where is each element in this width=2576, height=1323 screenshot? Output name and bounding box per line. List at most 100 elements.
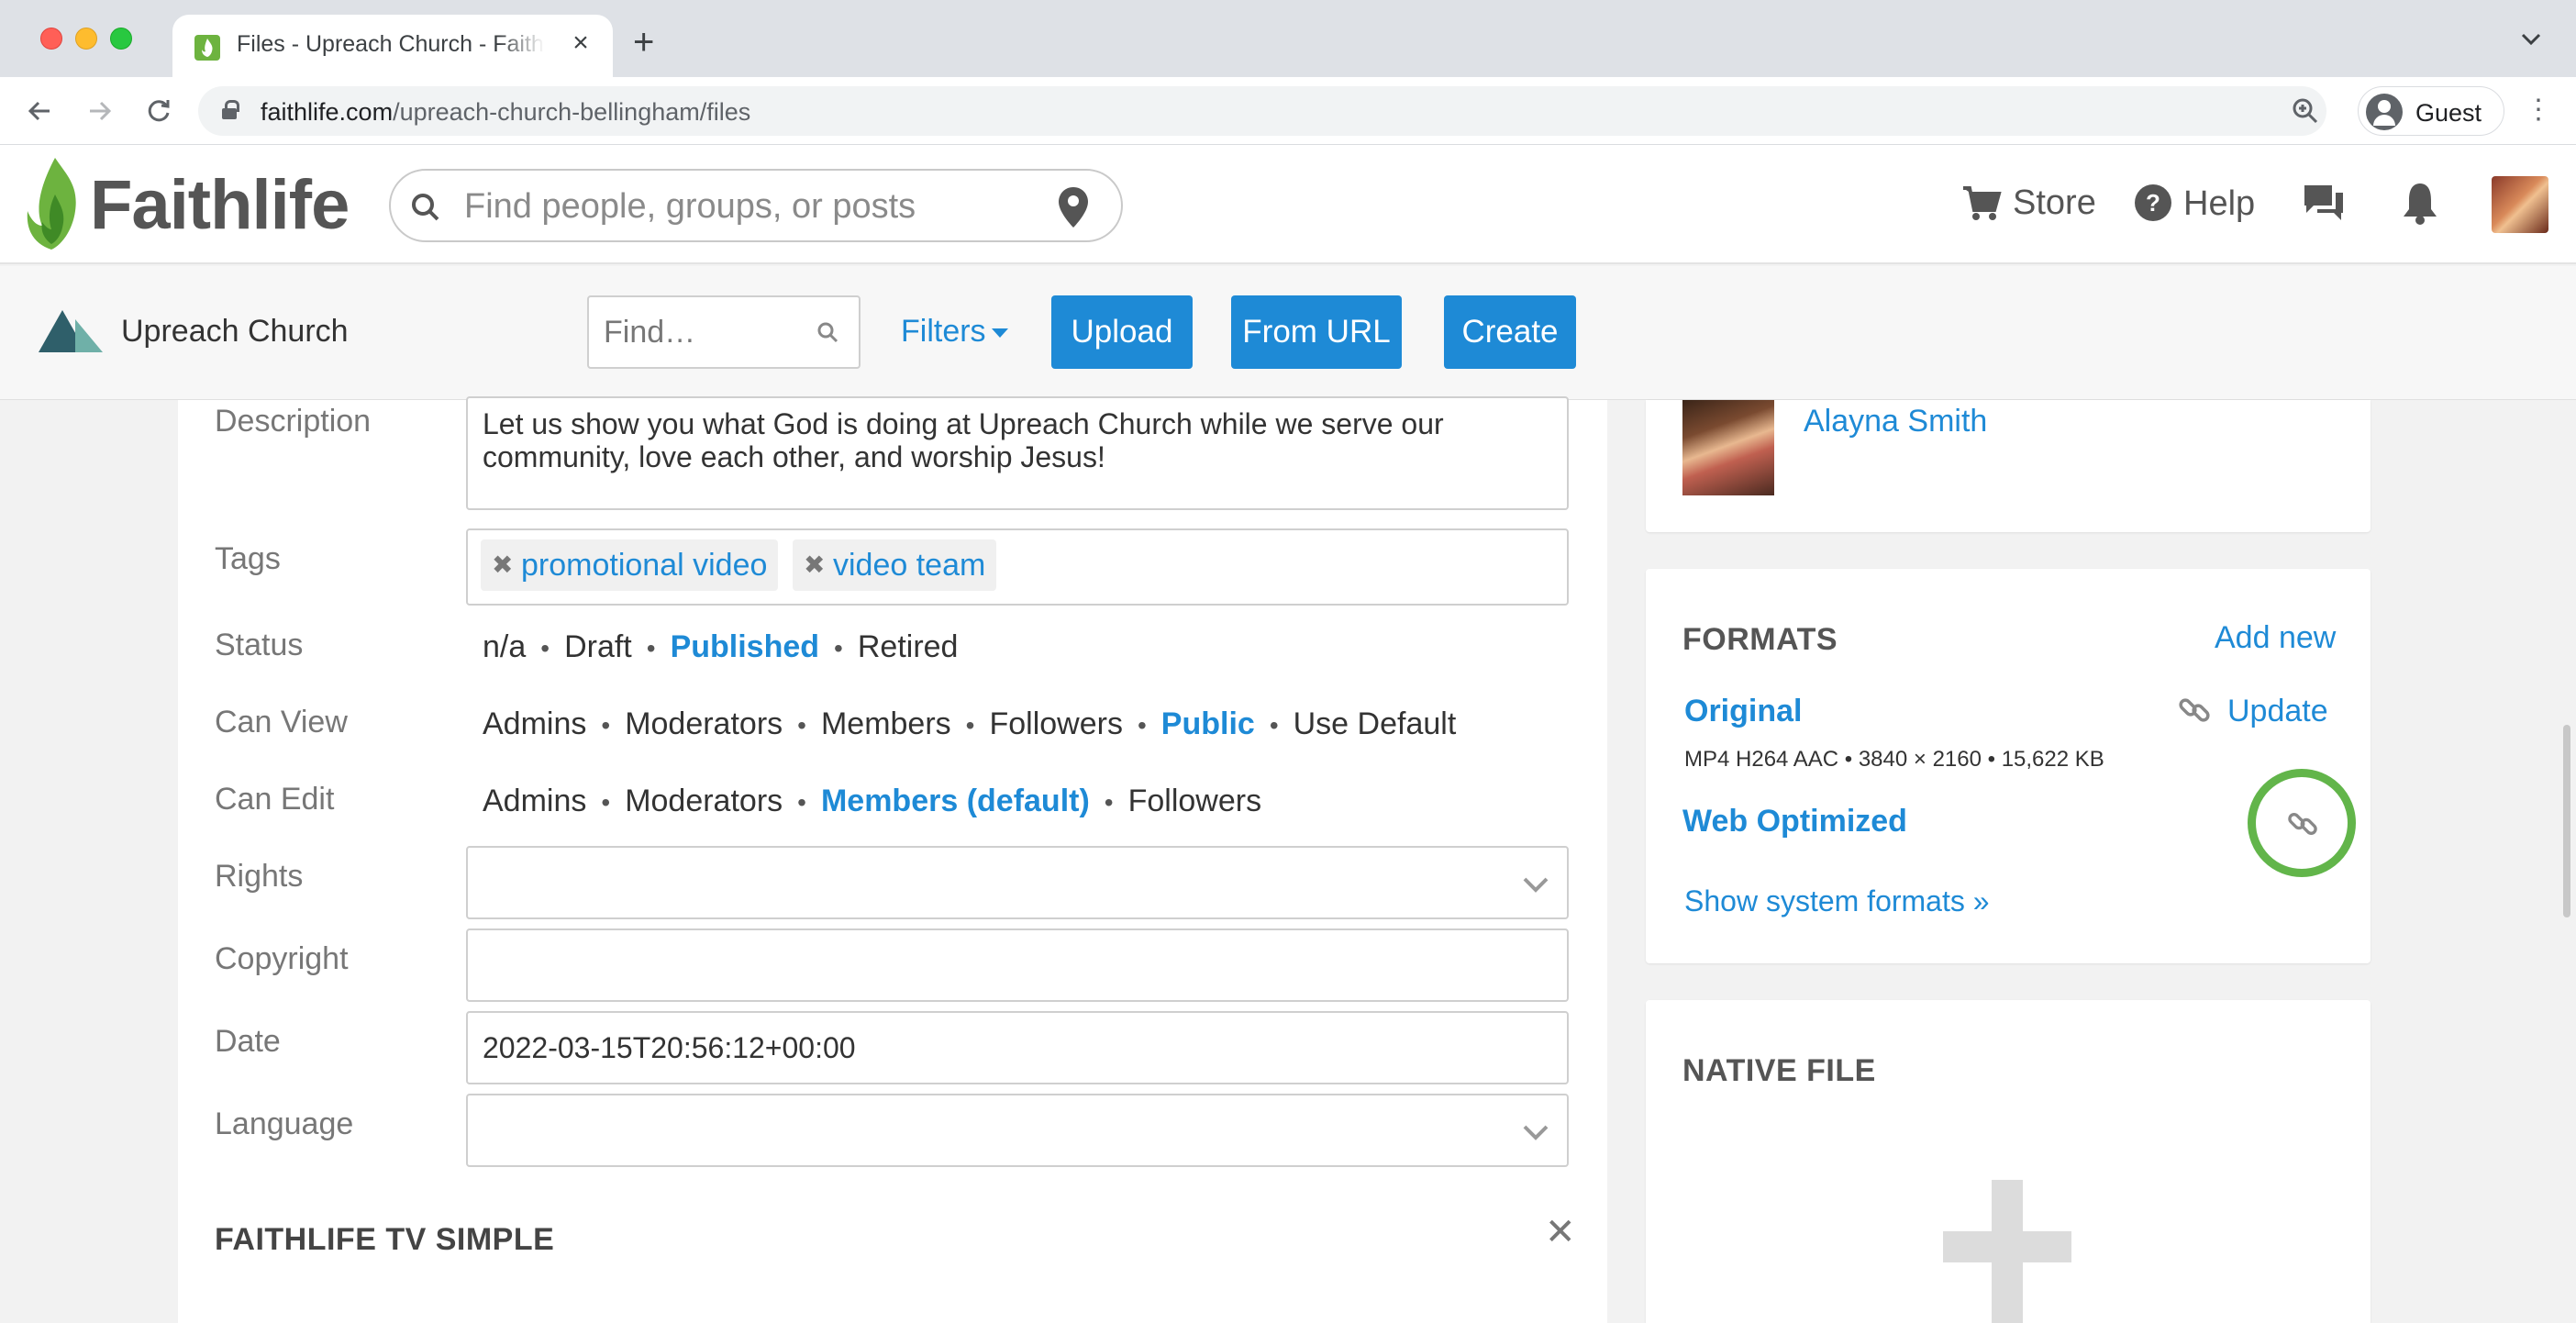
tags-field[interactable]: ✖ promotional video ✖ video team bbox=[466, 528, 1569, 606]
lock-icon bbox=[222, 100, 239, 119]
original-format-link[interactable]: Original bbox=[1684, 694, 1802, 729]
rights-select[interactable] bbox=[466, 846, 1569, 919]
language-label: Language bbox=[215, 1106, 354, 1141]
file-find-input[interactable] bbox=[604, 314, 805, 350]
group-name[interactable]: Upreach Church bbox=[121, 314, 349, 350]
can-edit-option[interactable]: Followers bbox=[1128, 784, 1261, 819]
tab-close-icon[interactable]: × bbox=[565, 28, 596, 59]
native-file-heading: NATIVE FILE bbox=[1682, 1053, 1876, 1088]
show-system-formats-link[interactable]: Show system formats » bbox=[1684, 884, 1990, 918]
window-zoom-button[interactable] bbox=[110, 28, 132, 50]
store-link[interactable]: Store bbox=[1961, 183, 2096, 223]
cart-icon bbox=[1963, 186, 2002, 220]
status-options: n/a • Draft • Published • Retired bbox=[483, 629, 959, 665]
site-search-box[interactable] bbox=[389, 169, 1123, 242]
help-link[interactable]: ? Help bbox=[2134, 183, 2255, 224]
can-view-option[interactable]: Use Default bbox=[1294, 706, 1457, 742]
help-icon: ? bbox=[2135, 184, 2171, 221]
copyright-input[interactable] bbox=[466, 928, 1569, 1002]
update-format-link[interactable]: Update bbox=[2176, 692, 2328, 729]
guest-avatar-icon bbox=[2366, 94, 2403, 130]
site-search-input[interactable] bbox=[464, 186, 1033, 227]
tag-chip[interactable]: ✖ promotional video bbox=[481, 539, 779, 591]
tab-title: Files - Upreach Church - Faithlife bbox=[237, 31, 545, 57]
file-details-form: Description Let us show you what God is … bbox=[178, 396, 1607, 1323]
description-field[interactable]: Let us show you what God is doing at Upr… bbox=[466, 396, 1569, 510]
can-view-option[interactable]: Members bbox=[821, 706, 951, 742]
faithlife-favicon-icon bbox=[194, 35, 220, 61]
add-new-format-link[interactable]: Add new bbox=[2215, 620, 2336, 656]
can-view-option-selected[interactable]: Public bbox=[1161, 706, 1255, 742]
status-label: Status bbox=[215, 628, 304, 662]
author-name-link[interactable]: Alayna Smith bbox=[1804, 404, 1987, 439]
can-view-option[interactable]: Moderators bbox=[625, 706, 783, 742]
from-url-button[interactable]: From URL bbox=[1231, 295, 1402, 369]
link-icon bbox=[2179, 698, 2210, 722]
group-toolbar: Upreach Church Filters Upload From URL C… bbox=[0, 266, 2576, 400]
status-option[interactable]: Draft bbox=[564, 629, 632, 665]
copy-link-button[interactable] bbox=[2248, 769, 2356, 877]
zoom-icon[interactable] bbox=[2292, 97, 2319, 129]
page-scrollbar[interactable] bbox=[2563, 725, 2570, 917]
date-input[interactable]: 2022-03-15T20:56:12+00:00 bbox=[466, 1011, 1569, 1084]
window-minimize-button[interactable] bbox=[75, 28, 97, 50]
can-edit-option-selected[interactable]: Members (default) bbox=[821, 784, 1090, 819]
original-format-details: MP4 H264 AAC • 3840 × 2160 • 15,622 KB bbox=[1684, 747, 2104, 772]
upreach-church-logo-icon[interactable] bbox=[39, 310, 103, 357]
address-bar[interactable]: faithlife.com/upreach-church-bellingham/… bbox=[198, 86, 2326, 136]
can-view-option[interactable]: Admins bbox=[483, 706, 586, 742]
search-icon[interactable] bbox=[815, 319, 840, 350]
can-edit-option[interactable]: Admins bbox=[483, 784, 586, 819]
tab-search-chevron-icon[interactable] bbox=[2521, 24, 2541, 52]
status-option-selected[interactable]: Published bbox=[671, 629, 819, 665]
language-select[interactable] bbox=[466, 1094, 1569, 1167]
forward-arrow-icon[interactable] bbox=[79, 90, 121, 132]
can-edit-option[interactable]: Moderators bbox=[625, 784, 783, 819]
profile-label: Guest bbox=[2415, 99, 2482, 127]
description-value: Let us show you what God is doing at Upr… bbox=[483, 407, 1444, 473]
web-optimized-format-link[interactable]: Web Optimized bbox=[1682, 804, 1907, 839]
status-option[interactable]: Retired bbox=[858, 629, 959, 665]
reload-icon[interactable] bbox=[138, 90, 180, 132]
upload-button[interactable]: Upload bbox=[1051, 295, 1193, 369]
chevron-down-icon bbox=[1523, 1125, 1549, 1140]
create-button[interactable]: Create bbox=[1444, 295, 1576, 369]
browser-menu-icon[interactable]: ⋮ bbox=[2525, 92, 2552, 128]
chevron-down-icon bbox=[1523, 877, 1549, 893]
search-icon bbox=[407, 189, 444, 230]
tag-chip[interactable]: ✖ video team bbox=[793, 539, 997, 591]
can-view-option[interactable]: Followers bbox=[989, 706, 1122, 742]
section-heading: FAITHLIFE TV SIMPLE bbox=[215, 1222, 555, 1257]
window-close-button[interactable] bbox=[40, 28, 62, 50]
new-tab-icon[interactable]: + bbox=[633, 24, 654, 61]
browser-tab-strip: Files - Upreach Church - Faithlife × + bbox=[0, 0, 2576, 77]
caret-down-icon bbox=[991, 328, 1008, 338]
status-option[interactable]: n/a bbox=[483, 629, 526, 665]
file-find-box[interactable] bbox=[587, 295, 861, 369]
location-pin-icon[interactable] bbox=[1057, 185, 1090, 234]
user-avatar[interactable] bbox=[2492, 176, 2548, 233]
formats-card: FORMATS Add new Original MP4 H264 AAC • … bbox=[1646, 569, 2371, 963]
rights-label: Rights bbox=[215, 859, 304, 894]
description-label: Description bbox=[215, 404, 372, 439]
author-avatar[interactable] bbox=[1682, 400, 1774, 495]
filters-dropdown[interactable]: Filters bbox=[901, 314, 1008, 350]
remove-tag-icon[interactable]: ✖ bbox=[492, 539, 513, 591]
close-section-icon[interactable]: ✕ bbox=[1545, 1211, 1576, 1253]
link-icon bbox=[2288, 813, 2317, 835]
browser-tab[interactable]: Files - Upreach Church - Faithlife × bbox=[172, 15, 613, 77]
tags-label: Tags bbox=[215, 541, 281, 576]
browser-toolbar: faithlife.com/upreach-church-bellingham/… bbox=[0, 77, 2576, 145]
faithlife-flame-icon[interactable] bbox=[24, 158, 83, 254]
messages-icon[interactable] bbox=[2301, 182, 2347, 228]
date-value: 2022-03-15T20:56:12+00:00 bbox=[483, 1031, 856, 1064]
profile-button[interactable]: Guest bbox=[2358, 86, 2504, 136]
back-arrow-icon[interactable] bbox=[18, 90, 61, 132]
remove-tag-icon[interactable]: ✖ bbox=[804, 539, 825, 591]
date-label: Date bbox=[215, 1024, 281, 1059]
can-edit-label: Can Edit bbox=[215, 782, 335, 817]
faithlife-logo[interactable]: Faithlife bbox=[90, 165, 350, 245]
notifications-bell-icon[interactable] bbox=[2402, 180, 2438, 230]
formats-heading: FORMATS bbox=[1682, 622, 1838, 657]
can-edit-options: Admins • Moderators • Members (default) • Foll… bbox=[483, 784, 1262, 819]
